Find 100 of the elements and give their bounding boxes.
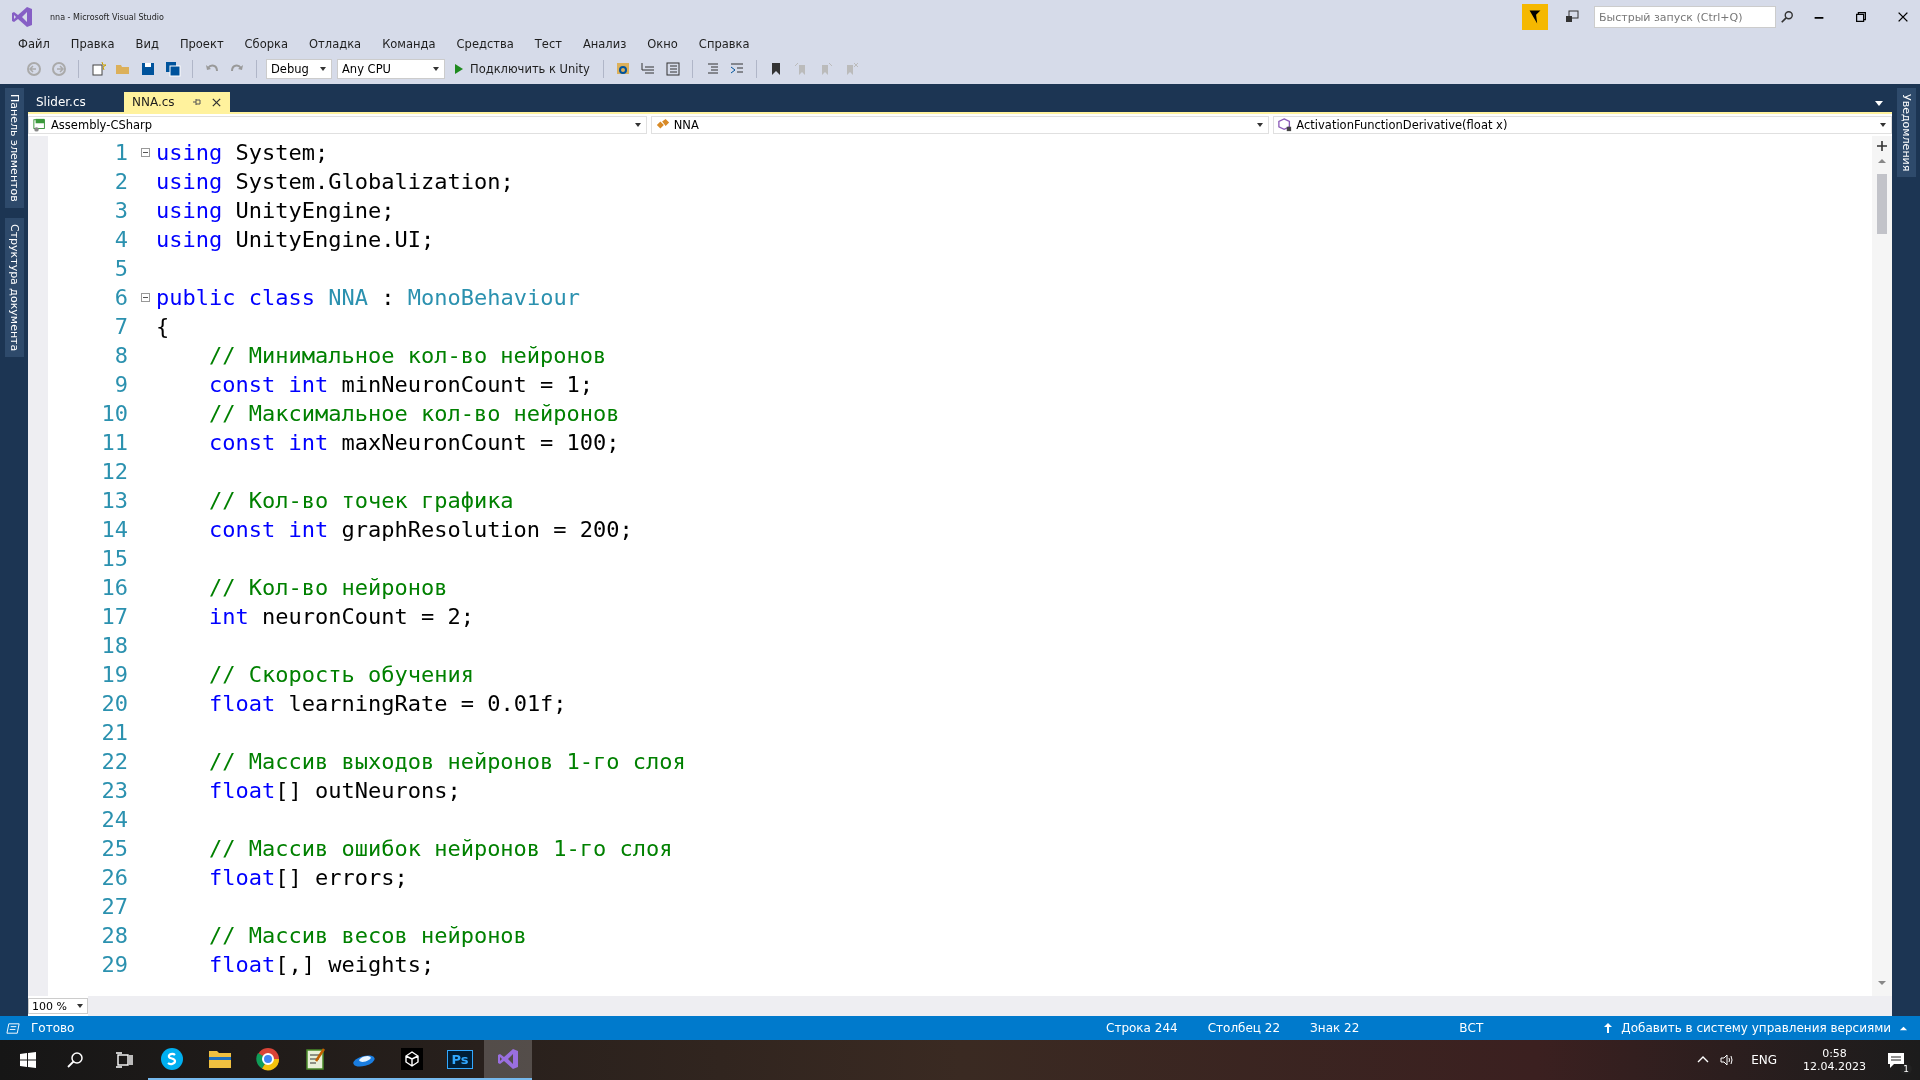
- line-number: 9: [113, 372, 128, 397]
- speaker-icon[interactable]: [1719, 1052, 1736, 1068]
- tab-list-dropdown-icon[interactable]: [1874, 98, 1884, 108]
- menu-item[interactable]: Окно: [639, 37, 686, 51]
- line-number: 18: [100, 633, 128, 658]
- code-line: // Минимальное кол-во нейронов: [207, 343, 607, 368]
- line-number: 1: [113, 140, 128, 165]
- line-number: 20: [100, 691, 128, 716]
- clock[interactable]: 0:58 12.04.2023: [1803, 1047, 1866, 1073]
- document-list-icon[interactable]: [664, 61, 681, 77]
- new-project-icon[interactable]: [90, 61, 106, 77]
- code-line: float learningRate = 0.01f;: [207, 691, 567, 716]
- code-line: const int maxNeuronCount = 100;: [207, 430, 620, 455]
- search-icon[interactable]: [66, 1050, 86, 1070]
- menu-item[interactable]: Команда: [374, 37, 444, 51]
- menu-item[interactable]: Анализ: [574, 37, 635, 51]
- vs-logo-icon: [496, 1047, 520, 1071]
- menu-item[interactable]: Тест: [526, 37, 570, 51]
- attach-unity-button[interactable]: Подключить к Unity: [450, 62, 594, 76]
- split-icon[interactable]: [1876, 140, 1888, 152]
- feedback-flag-icon[interactable]: [1520, 4, 1550, 30]
- step-icon[interactable]: [639, 61, 656, 77]
- code-line: const int graphResolution = 200;: [207, 517, 633, 542]
- collapse-icon[interactable]: [141, 148, 150, 157]
- menu-item[interactable]: Сборка: [236, 37, 297, 51]
- account-icon[interactable]: [1564, 9, 1580, 25]
- vertical-scrollbar[interactable]: [1872, 136, 1892, 996]
- platform-dropdown[interactable]: Any CPU: [337, 59, 445, 79]
- caret-icon: [319, 65, 327, 73]
- column-indicator: Столбец 22: [1207, 1021, 1281, 1035]
- app-label: Ps: [447, 1049, 473, 1069]
- project-icon: [33, 118, 47, 132]
- side-panel-tab[interactable]: Уведомления: [1896, 88, 1916, 178]
- side-panel-tab[interactable]: Панель элементов: [4, 88, 24, 208]
- quick-launch-field[interactable]: Быстрый запуск (Ctrl+Q): [1594, 6, 1776, 28]
- scroll-down-icon[interactable]: [1877, 978, 1887, 988]
- document-tab[interactable]: NNA.cs: [124, 92, 230, 112]
- cube-icon: [400, 1047, 424, 1071]
- line-indicator: Строка 244: [1106, 1021, 1178, 1035]
- code-line: float[] outNeurons;: [207, 778, 461, 803]
- close-icon[interactable]: [210, 96, 222, 108]
- line-number: 14: [100, 517, 128, 542]
- menu-item[interactable]: Правка: [62, 37, 123, 51]
- side-panel-tab[interactable]: Структура документа: [4, 217, 24, 357]
- menu-item[interactable]: Отладка: [301, 37, 370, 51]
- scroll-thumb[interactable]: [1877, 174, 1887, 234]
- code-line: using System;: [156, 140, 329, 165]
- code-line: int neuronCount = 2;: [207, 604, 474, 629]
- collapse-icon[interactable]: [141, 293, 150, 302]
- line-number: 27: [100, 894, 128, 919]
- horizontal-scrollbar[interactable]: [88, 996, 1892, 1016]
- code-line: // Максимальное кол-во нейронов: [207, 401, 620, 426]
- find-icon[interactable]: [614, 61, 631, 77]
- caret-icon: [1256, 121, 1265, 129]
- scroll-up-icon[interactable]: [1877, 156, 1887, 166]
- class-dropdown[interactable]: NNA: [650, 116, 1270, 134]
- line-number: 19: [100, 662, 128, 687]
- line-number: 2: [113, 169, 128, 194]
- menu-item[interactable]: Файл: [10, 37, 58, 51]
- code-line: {: [156, 314, 170, 339]
- line-number: 12: [100, 459, 128, 484]
- notifications-icon[interactable]: [1886, 1050, 1906, 1070]
- menu-item[interactable]: Средства: [448, 37, 522, 51]
- line-number: 3: [113, 198, 128, 223]
- project-dropdown[interactable]: Assembly-CSharp: [28, 116, 647, 134]
- zoom-dropdown[interactable]: 100 %: [28, 998, 88, 1014]
- menu-item[interactable]: Вид: [127, 37, 167, 51]
- code-line: // Массив выходов нейронов 1-го слоя: [207, 749, 686, 774]
- line-number: 29: [100, 952, 128, 977]
- document-tab[interactable]: Slider.cs: [28, 92, 124, 112]
- code-line: float[,] weights;: [207, 952, 435, 977]
- line-number: 24: [100, 807, 128, 832]
- language-indicator[interactable]: ENG: [1751, 1053, 1777, 1067]
- save-icon[interactable]: [140, 61, 156, 77]
- configuration-dropdown[interactable]: Debug: [266, 59, 332, 79]
- code-line: using UnityEngine;: [156, 198, 395, 223]
- caret-icon: [633, 121, 642, 129]
- save-all-icon[interactable]: [165, 61, 181, 77]
- start-icon[interactable]: [18, 1050, 38, 1070]
- code-line: // Скорость обучения: [207, 662, 474, 687]
- line-number: 17: [100, 604, 128, 629]
- status-icon: [6, 1020, 21, 1036]
- menu-item[interactable]: Справка: [690, 37, 758, 51]
- restore-icon[interactable]: [1854, 10, 1868, 24]
- taskbar-app[interactable]: Ps: [436, 1040, 484, 1080]
- task-view-icon[interactable]: [114, 1050, 134, 1070]
- window-title: nna - Microsoft Visual Studio: [50, 12, 164, 22]
- notepad-icon: [304, 1047, 328, 1071]
- line-number: 21: [100, 720, 128, 745]
- add-to-source-control-button[interactable]: Добавить в систему управления версиями: [1603, 1021, 1908, 1035]
- line-number: 4: [113, 227, 128, 252]
- member-dropdown[interactable]: ActivationFunctionDerivative(float x): [1273, 116, 1892, 134]
- code-line: // Кол-во точек графика: [207, 488, 514, 513]
- method-icon: [1278, 118, 1293, 132]
- pin-icon[interactable]: [190, 96, 203, 108]
- code-line: // Массив весов нейронов: [207, 923, 527, 948]
- menu-item[interactable]: Проект: [171, 37, 232, 51]
- close-icon[interactable]: [1896, 10, 1910, 24]
- caret-icon: [432, 65, 440, 73]
- search-icon[interactable]: [1780, 10, 1794, 24]
